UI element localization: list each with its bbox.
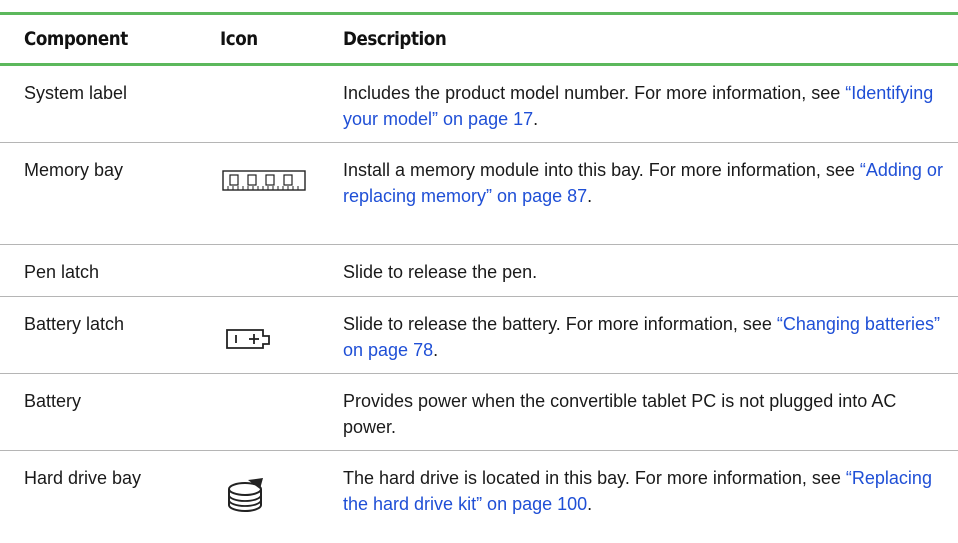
component-name: Hard drive bay: [24, 468, 142, 488]
table-row: Battery latch Slide to release the batte…: [0, 297, 958, 374]
description-end: .: [587, 186, 593, 206]
component-name: Battery: [24, 391, 82, 411]
component-name: Pen latch: [24, 262, 100, 282]
header-component: Component: [24, 28, 128, 50]
description-end: .: [533, 109, 539, 129]
header-icon: Icon: [220, 28, 258, 50]
component-description: The hard drive is located in this bay. F…: [343, 465, 953, 517]
table-row: Hard drive bay The hard drive is located…: [0, 451, 958, 543]
component-description: Slide to release the pen.: [343, 259, 953, 285]
table-row: System label Includes the product model …: [0, 66, 958, 143]
hard-drive-icon: [226, 477, 268, 522]
description-text: Slide to release the pen.: [343, 262, 538, 282]
description-text: Install a memory module into this bay. F…: [343, 160, 860, 180]
battery-icon: [225, 327, 275, 356]
component-description: Provides power when the convertible tabl…: [343, 388, 953, 440]
description-text: Slide to release the battery. For more i…: [343, 314, 777, 334]
component-name: Memory bay: [24, 160, 124, 180]
header-description: Description: [343, 28, 447, 50]
component-description: Includes the product model number. For m…: [343, 80, 953, 132]
description-text: Includes the product model number. For m…: [343, 83, 846, 103]
component-description: Install a memory module into this bay. F…: [343, 157, 953, 209]
description-end: .: [587, 494, 593, 514]
description-text: Provides power when the convertible tabl…: [343, 391, 897, 437]
component-name: System label: [24, 83, 128, 103]
memory-module-icon: [222, 170, 306, 197]
table-row: Battery Provides power when the converti…: [0, 374, 958, 451]
description-end: .: [433, 340, 439, 360]
component-description: Slide to release the battery. For more i…: [343, 311, 953, 363]
table-row: Memory bay Install a memory module into …: [0, 143, 958, 245]
description-text: The hard drive is located in this bay. F…: [343, 468, 846, 488]
table-row: Pen latch Slide to release the pen.: [0, 245, 958, 297]
table-header: Component Icon Description: [0, 15, 958, 66]
component-name: Battery latch: [24, 314, 125, 334]
